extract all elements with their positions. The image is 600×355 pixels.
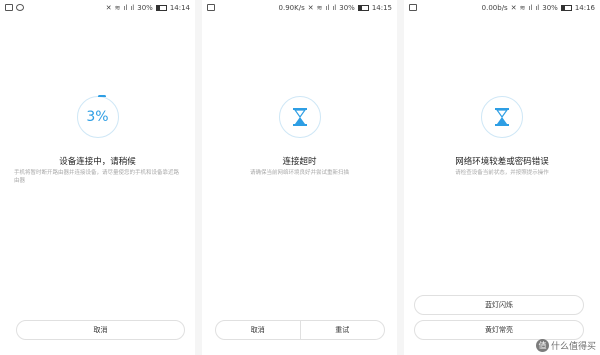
image-icon [5, 4, 13, 11]
cancel-button[interactable]: 取消 [16, 320, 185, 340]
wifi-icon: ≋ [519, 4, 526, 12]
battery-percent: 30% [542, 4, 558, 12]
status-description: 请确保当前网络环境良好并尝试重新扫描 [249, 170, 349, 176]
yellow-light-steady-button[interactable]: 黄灯常亮 [414, 320, 584, 340]
hourglass-icon [292, 108, 307, 126]
wifi-icon: ≋ [316, 4, 323, 12]
status-bar: 0.00b/s ✕ ≋ ıl ıl 30% 14:16 [404, 0, 600, 18]
screen-connecting: ✕ ≋ ıl ıl 30% 14:14 3% 设备连接中，请稍候 手机将暂时断开… [0, 0, 195, 355]
status-bar: 0.90K/s ✕ ≋ ıl ıl 30% 14:15 [202, 0, 397, 18]
network-speed: 0.90K/s [278, 4, 305, 12]
signal-icon: ıl [535, 4, 540, 12]
screen-timeout: 0.90K/s ✕ ≋ ıl ıl 30% 14:15 连接超时 请确保当前网络… [202, 0, 397, 355]
mute-icon: ✕ [105, 4, 112, 12]
watermark: 值 什么值得买 [535, 339, 596, 352]
clock-icon [16, 4, 24, 11]
watermark-badge: 值 [535, 339, 549, 352]
status-description: 手机将暂时断开路由器并连接设备，请尽量使您的手机和设备靠近路由器 [14, 170, 180, 184]
battery-icon [155, 5, 167, 11]
hourglass-ring [481, 96, 523, 138]
clock-time: 14:15 [371, 4, 392, 12]
hourglass-icon [495, 108, 509, 126]
status-description: 请检查设备当前状态，并按照提示操作 [455, 170, 549, 176]
battery-percent: 30% [137, 4, 153, 12]
mute-icon: ✕ [510, 4, 517, 12]
image-icon [207, 4, 215, 11]
signal-icon: ıl [332, 4, 337, 12]
hourglass-ring [278, 96, 321, 138]
mute-icon: ✕ [307, 4, 314, 12]
clock-time: 14:14 [169, 4, 190, 12]
signal-icon: ıl [123, 4, 128, 12]
clock-time: 14:16 [574, 4, 595, 12]
cancel-button[interactable]: 取消 [216, 321, 300, 339]
signal-icon: ıl [528, 4, 533, 12]
progress-arc [97, 95, 106, 98]
progress-ring: 3% [76, 95, 119, 138]
image-icon [409, 4, 417, 11]
action-button-group: 取消 重试 [215, 320, 385, 340]
screen-divider [397, 0, 404, 355]
network-speed: 0.00b/s [481, 4, 508, 12]
signal-icon: ıl [325, 4, 330, 12]
blue-light-flashing-button[interactable]: 蓝灯闪烁 [414, 295, 584, 315]
signal-icon: ıl [130, 4, 135, 12]
status-title: 连接超时 [282, 157, 317, 167]
battery-percent: 30% [339, 4, 355, 12]
screen-network-error: 0.00b/s ✕ ≋ ıl ıl 30% 14:16 网络环境较差或密码错误 … [404, 0, 600, 355]
progress-percent: 3% [86, 109, 109, 125]
wifi-icon: ≋ [114, 4, 121, 12]
battery-icon [357, 5, 369, 11]
watermark-text: 什么值得买 [550, 342, 596, 352]
screen-divider [195, 0, 202, 355]
battery-icon [560, 5, 572, 11]
status-title: 网络环境较差或密码错误 [455, 157, 549, 167]
retry-button[interactable]: 重试 [299, 321, 385, 339]
status-title: 设备连接中，请稍候 [59, 157, 136, 167]
status-bar: ✕ ≋ ıl ıl 30% 14:14 [0, 0, 195, 18]
